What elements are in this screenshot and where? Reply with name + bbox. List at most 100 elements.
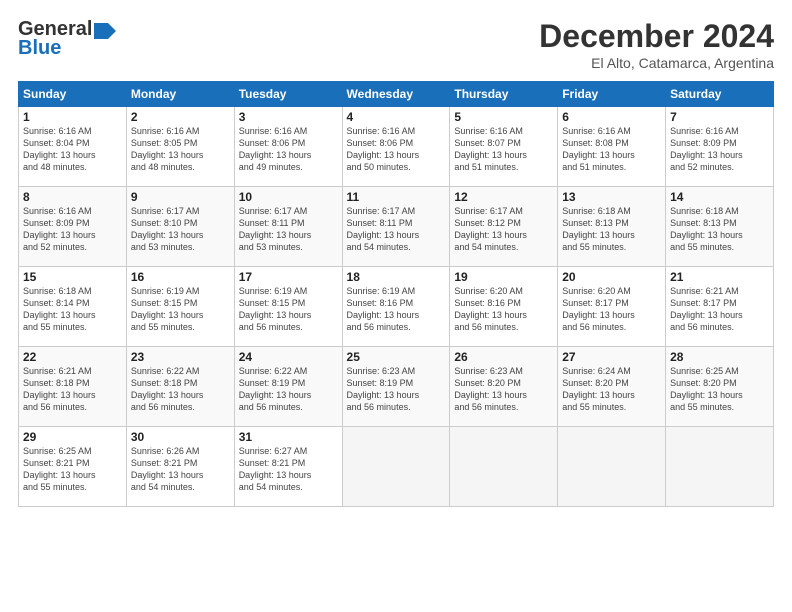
day-number: 16 — [131, 270, 230, 284]
day-info: Sunrise: 6:16 AMSunset: 8:04 PMDaylight:… — [23, 125, 122, 174]
calendar-cell: 4Sunrise: 6:16 AMSunset: 8:06 PMDaylight… — [342, 107, 450, 187]
day-info: Sunrise: 6:16 AMSunset: 8:09 PMDaylight:… — [670, 125, 769, 174]
day-info: Sunrise: 6:17 AMSunset: 8:10 PMDaylight:… — [131, 205, 230, 254]
day-info: Sunrise: 6:19 AMSunset: 8:15 PMDaylight:… — [239, 285, 338, 334]
day-number: 8 — [23, 190, 122, 204]
day-number: 3 — [239, 110, 338, 124]
day-info: Sunrise: 6:23 AMSunset: 8:19 PMDaylight:… — [347, 365, 446, 414]
calendar-cell: 6Sunrise: 6:16 AMSunset: 8:08 PMDaylight… — [558, 107, 666, 187]
day-number: 6 — [562, 110, 661, 124]
day-number: 21 — [670, 270, 769, 284]
day-number: 7 — [670, 110, 769, 124]
day-number: 9 — [131, 190, 230, 204]
calendar-cell: 19Sunrise: 6:20 AMSunset: 8:16 PMDayligh… — [450, 267, 558, 347]
day-info: Sunrise: 6:27 AMSunset: 8:21 PMDaylight:… — [239, 445, 338, 494]
calendar-cell: 12Sunrise: 6:17 AMSunset: 8:12 PMDayligh… — [450, 187, 558, 267]
day-number: 15 — [23, 270, 122, 284]
calendar-cell — [666, 427, 774, 507]
day-number: 10 — [239, 190, 338, 204]
day-number: 4 — [347, 110, 446, 124]
day-info: Sunrise: 6:17 AMSunset: 8:11 PMDaylight:… — [347, 205, 446, 254]
title-block: December 2024 El Alto, Catamarca, Argent… — [539, 18, 774, 71]
calendar-table: SundayMondayTuesdayWednesdayThursdayFrid… — [18, 81, 774, 507]
day-number: 28 — [670, 350, 769, 364]
col-header-friday: Friday — [558, 82, 666, 107]
day-number: 24 — [239, 350, 338, 364]
calendar-cell: 3Sunrise: 6:16 AMSunset: 8:06 PMDaylight… — [234, 107, 342, 187]
day-info: Sunrise: 6:21 AMSunset: 8:17 PMDaylight:… — [670, 285, 769, 334]
calendar-week-3: 15Sunrise: 6:18 AMSunset: 8:14 PMDayligh… — [19, 267, 774, 347]
day-info: Sunrise: 6:18 AMSunset: 8:13 PMDaylight:… — [670, 205, 769, 254]
calendar-cell: 22Sunrise: 6:21 AMSunset: 8:18 PMDayligh… — [19, 347, 127, 427]
calendar-cell: 26Sunrise: 6:23 AMSunset: 8:20 PMDayligh… — [450, 347, 558, 427]
day-info: Sunrise: 6:21 AMSunset: 8:18 PMDaylight:… — [23, 365, 122, 414]
calendar-cell: 28Sunrise: 6:25 AMSunset: 8:20 PMDayligh… — [666, 347, 774, 427]
calendar-week-1: 1Sunrise: 6:16 AMSunset: 8:04 PMDaylight… — [19, 107, 774, 187]
day-number: 2 — [131, 110, 230, 124]
day-info: Sunrise: 6:26 AMSunset: 8:21 PMDaylight:… — [131, 445, 230, 494]
col-header-saturday: Saturday — [666, 82, 774, 107]
day-info: Sunrise: 6:17 AMSunset: 8:11 PMDaylight:… — [239, 205, 338, 254]
location: El Alto, Catamarca, Argentina — [539, 55, 774, 71]
day-number: 31 — [239, 430, 338, 444]
day-number: 17 — [239, 270, 338, 284]
calendar-cell: 29Sunrise: 6:25 AMSunset: 8:21 PMDayligh… — [19, 427, 127, 507]
page: General Blue December 2024 El Alto, Cata… — [0, 0, 792, 612]
calendar-cell: 10Sunrise: 6:17 AMSunset: 8:11 PMDayligh… — [234, 187, 342, 267]
day-number: 14 — [670, 190, 769, 204]
day-info: Sunrise: 6:18 AMSunset: 8:13 PMDaylight:… — [562, 205, 661, 254]
calendar-cell: 17Sunrise: 6:19 AMSunset: 8:15 PMDayligh… — [234, 267, 342, 347]
day-info: Sunrise: 6:22 AMSunset: 8:18 PMDaylight:… — [131, 365, 230, 414]
calendar-cell: 13Sunrise: 6:18 AMSunset: 8:13 PMDayligh… — [558, 187, 666, 267]
calendar-header-row: SundayMondayTuesdayWednesdayThursdayFrid… — [19, 82, 774, 107]
day-number: 5 — [454, 110, 553, 124]
col-header-monday: Monday — [126, 82, 234, 107]
day-info: Sunrise: 6:16 AMSunset: 8:08 PMDaylight:… — [562, 125, 661, 174]
calendar-cell: 30Sunrise: 6:26 AMSunset: 8:21 PMDayligh… — [126, 427, 234, 507]
day-info: Sunrise: 6:20 AMSunset: 8:17 PMDaylight:… — [562, 285, 661, 334]
day-number: 25 — [347, 350, 446, 364]
day-number: 20 — [562, 270, 661, 284]
day-info: Sunrise: 6:19 AMSunset: 8:16 PMDaylight:… — [347, 285, 446, 334]
day-number: 22 — [23, 350, 122, 364]
day-number: 19 — [454, 270, 553, 284]
calendar-cell: 7Sunrise: 6:16 AMSunset: 8:09 PMDaylight… — [666, 107, 774, 187]
day-number: 23 — [131, 350, 230, 364]
day-number: 27 — [562, 350, 661, 364]
calendar-cell: 5Sunrise: 6:16 AMSunset: 8:07 PMDaylight… — [450, 107, 558, 187]
col-header-thursday: Thursday — [450, 82, 558, 107]
calendar-cell: 2Sunrise: 6:16 AMSunset: 8:05 PMDaylight… — [126, 107, 234, 187]
day-info: Sunrise: 6:24 AMSunset: 8:20 PMDaylight:… — [562, 365, 661, 414]
col-header-sunday: Sunday — [19, 82, 127, 107]
logo-blue: Blue — [18, 37, 61, 60]
day-number: 11 — [347, 190, 446, 204]
day-info: Sunrise: 6:16 AMSunset: 8:06 PMDaylight:… — [347, 125, 446, 174]
day-number: 1 — [23, 110, 122, 124]
col-header-tuesday: Tuesday — [234, 82, 342, 107]
day-number: 29 — [23, 430, 122, 444]
calendar-cell — [558, 427, 666, 507]
calendar-cell — [342, 427, 450, 507]
calendar-week-2: 8Sunrise: 6:16 AMSunset: 8:09 PMDaylight… — [19, 187, 774, 267]
calendar-cell: 8Sunrise: 6:16 AMSunset: 8:09 PMDaylight… — [19, 187, 127, 267]
day-info: Sunrise: 6:19 AMSunset: 8:15 PMDaylight:… — [131, 285, 230, 334]
day-info: Sunrise: 6:16 AMSunset: 8:07 PMDaylight:… — [454, 125, 553, 174]
calendar-cell: 14Sunrise: 6:18 AMSunset: 8:13 PMDayligh… — [666, 187, 774, 267]
calendar-cell: 21Sunrise: 6:21 AMSunset: 8:17 PMDayligh… — [666, 267, 774, 347]
calendar-cell: 31Sunrise: 6:27 AMSunset: 8:21 PMDayligh… — [234, 427, 342, 507]
calendar-cell: 16Sunrise: 6:19 AMSunset: 8:15 PMDayligh… — [126, 267, 234, 347]
calendar-cell: 18Sunrise: 6:19 AMSunset: 8:16 PMDayligh… — [342, 267, 450, 347]
calendar-cell: 27Sunrise: 6:24 AMSunset: 8:20 PMDayligh… — [558, 347, 666, 427]
calendar-week-4: 22Sunrise: 6:21 AMSunset: 8:18 PMDayligh… — [19, 347, 774, 427]
day-info: Sunrise: 6:25 AMSunset: 8:20 PMDaylight:… — [670, 365, 769, 414]
day-info: Sunrise: 6:20 AMSunset: 8:16 PMDaylight:… — [454, 285, 553, 334]
day-info: Sunrise: 6:17 AMSunset: 8:12 PMDaylight:… — [454, 205, 553, 254]
calendar-cell: 15Sunrise: 6:18 AMSunset: 8:14 PMDayligh… — [19, 267, 127, 347]
calendar-cell: 23Sunrise: 6:22 AMSunset: 8:18 PMDayligh… — [126, 347, 234, 427]
day-info: Sunrise: 6:22 AMSunset: 8:19 PMDaylight:… — [239, 365, 338, 414]
calendar-cell: 9Sunrise: 6:17 AMSunset: 8:10 PMDaylight… — [126, 187, 234, 267]
header: General Blue December 2024 El Alto, Cata… — [18, 18, 774, 71]
day-info: Sunrise: 6:18 AMSunset: 8:14 PMDaylight:… — [23, 285, 122, 334]
day-number: 13 — [562, 190, 661, 204]
day-number: 26 — [454, 350, 553, 364]
